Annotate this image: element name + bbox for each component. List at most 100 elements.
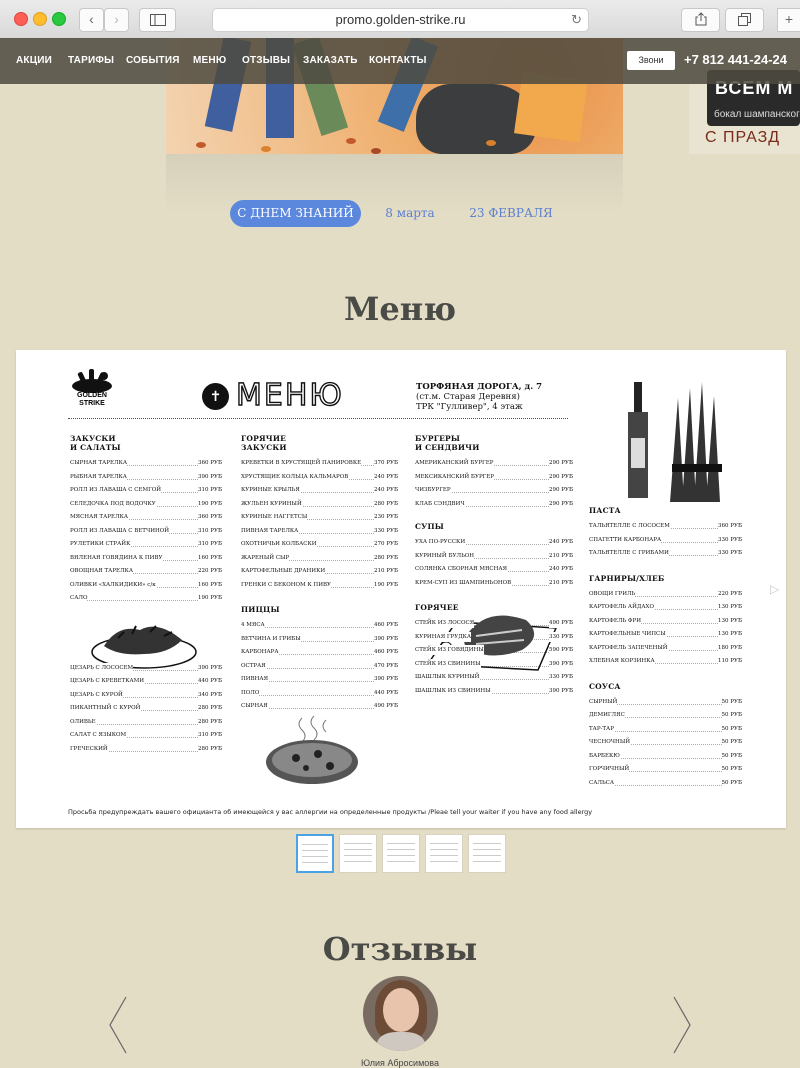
menu-item-name: ДЕМИГЛЯС [589,710,625,720]
menu-item-name: ОСТРАЯ [241,660,266,671]
menu-item-price: 160 РУБ [198,552,222,563]
bottle-asparagus-illustration [628,382,722,502]
tab-23-fevralya[interactable]: 23 ФЕВРАЛЯ [468,200,554,227]
menu-item-name: ПОЛО [241,687,260,698]
new-tab-button[interactable]: + [777,8,800,32]
menu-item: ГРЕНКИ С БЕКОНОМ К ПИВУ 190 РУБ [241,579,398,594]
menu-thumbnail-1[interactable] [296,834,334,873]
menu-item-price: 240 РУБ [549,537,573,547]
menu-item-price: 270 РУБ [374,539,398,549]
header-divider [68,418,568,419]
menu-item-name: ЖУЛЬЕН КУРИНЫЙ [241,498,302,509]
menu-section-title: ГОРЯЧИЕ ЗАКУСКИ [241,434,287,452]
menu-item-price: 370 РУБ [374,458,398,468]
menu-item: ГРЕЧЕСКИЙ 280 РУБ [70,743,222,758]
menu-item-price: 360 РУБ [718,521,742,531]
menu-item-price: 340 РУБ [198,689,222,700]
menu-section-title: Меню [343,290,456,328]
menu-item-name: БАРБЕКЮ [589,750,620,761]
menu-item-name: КАРТОФЕЛЬНЫЕ ДРАНИКИ [241,566,326,576]
site-navigation: АКЦИИ ТАРИФЫ СОБЫТИЯ МЕНЮ ОТЗЫВЫ ЗАКАЗАТ… [0,38,800,84]
minimize-window-button[interactable] [33,12,47,26]
menu-item-name: ОЛИВЬЕ [70,716,96,727]
menu-item-name: КУРИНЫЙ БУЛЬОН [415,550,475,561]
menu-item-name: ТАР-ТАР [589,723,614,734]
menu-item: КУРИНЫЙ БУЛЬОН 210 РУБ [415,550,573,565]
menu-item-name: ПИКАНТНЫЙ С КУРОЙ [70,703,141,713]
menu-section: ПАСТА ТАЛЬЯТЕЛЛЕ С ЛОСОСЕМ 360 РУБ СПАГЕТТИ… [589,506,742,562]
menu-next-arrow[interactable]: ▷ [770,582,779,596]
menu-item: ОСТРАЯ 470 РУБ [241,660,398,675]
menu-item-price: 50 РУБ [721,737,742,747]
plus-icon: + [784,11,794,27]
phone-number[interactable]: +7 812 441-24-24 [684,52,787,67]
forward-button[interactable]: › [104,8,129,32]
menu-item-name: КУРИНЫЕ КРЫЛЬЯ [241,485,300,495]
menu-thumbnail-4[interactable] [425,834,463,873]
menu-thumbnail-3[interactable] [382,834,420,873]
reviews-section-title: Отзывы [322,930,478,968]
share-button[interactable] [681,8,720,32]
menu-item-price: 130 РУБ [718,629,742,639]
menu-item-name: СЫРНЫЙ [589,696,618,707]
reviews-prev-arrow[interactable] [108,995,128,1055]
menu-item-price: 330 РУБ [549,631,573,642]
menu-item: ТАР-ТАР 50 РУБ [589,723,742,738]
menu-item-price: 470 РУБ [374,660,398,671]
menu-item-name: РОЛЛ ИЗ ЛАВАША С СЕМГОЙ [70,485,162,495]
menu-thumbnail-2[interactable] [339,834,377,873]
back-button[interactable]: ‹ [79,8,104,32]
zoom-window-button[interactable] [52,12,66,26]
menu-item: КРЕМ-СУП ИЗ ШАМПИНЬОНОВ 210 РУБ [415,577,573,592]
menu-item-name: ХРУСТЯЩИЕ КОЛЬЦА КАЛЬМАРОВ [241,471,349,482]
promo-bottom-text: С ПРАЗД [705,129,781,146]
menu-item: ЦЕЗАРЬ С КУРОЙ 340 РУБ [70,689,222,704]
nav-item-akcii[interactable]: АКЦИИ [16,55,52,66]
menu-section: ПИЦЦЫ 4 МЯСА 460 РУБ ВЕТЧИНА И ГРИБЫ 390 РУБ… [241,605,398,715]
address-bar[interactable]: promo.golden-strike.ru ↻ [212,8,589,32]
menu-section: СУПЫ УХА ПО-РУССКИ 240 РУБ КУРИНЫЙ БУЛЬОН 21… [415,522,573,591]
menu-item-name: СПАГЕТТИ КАРБОНАРА [589,534,662,545]
reviews-next-arrow[interactable] [672,995,692,1055]
close-window-button[interactable] [14,12,28,26]
menu-item-price: 190 РУБ [198,498,222,509]
tab-den-znaniy[interactable]: С ДНЕМ ЗНАНИЙ [230,200,361,227]
menu-item-name: КУРИНЫЕ НАГГЕТСЫ [241,512,308,522]
menu-section: СОУСА СЫРНЫЙ 50 РУБ ДЕМИГЛЯС 50 РУБ ТАР-ТАР 50… [589,682,742,792]
menu-item-price: 280 РУБ [198,703,222,713]
nav-item-sobytiya[interactable]: СОБЫТИЯ [126,55,180,66]
menu-item-price: 290 РУБ [549,498,573,509]
menu-thumbnail-5[interactable] [468,834,506,873]
menu-item: КАРТОФЕЛЬ ЗАПЕЧЕНЫЙ 180 РУБ [589,642,742,657]
menu-item-name: КАРТОФЕЛЬ АЙДАХО [589,602,654,612]
nav-item-tarify[interactable]: ТАРИФЫ [68,55,114,66]
menu-item: ЦЕЗАРЬ С КРЕВЕТКАМИ 440 РУБ [70,676,222,690]
menu-item-price: 50 РУБ [721,764,742,774]
menu-column-4: ПАСТА ТАЛЬЯТЕЛЛЕ С ЛОСОСЕМ 360 РУБ СПАГЕТТИ… [589,506,742,791]
reviewer-avatar [363,976,438,1051]
menu-item-name: ХЛЕБНАЯ КОРЗИНКА [589,656,655,666]
menu-item-price: 130 РУБ [718,615,742,626]
tab-8-marta[interactable]: 8 марта [380,200,440,227]
menu-item-price: 190 РУБ [198,593,222,603]
tabs-overview-button[interactable] [725,8,764,32]
menu-item-name: СТЕЙК ИЗ ЛОСОСЯ [415,618,475,628]
menu-item-price: 180 РУБ [718,642,742,653]
nav-item-kontakty[interactable]: КОНТАКТЫ [369,55,427,66]
nav-item-menu[interactable]: МЕНЮ [193,55,226,66]
menu-item-price: 310 РУБ [198,730,222,740]
menu-item: РЫБНАЯ ТАРЕЛКА 390 РУБ [70,471,222,486]
nav-item-otzyvy[interactable]: ОТЗЫВЫ [242,55,290,66]
menu-card-image: GOLDEN STRIKE ✝ МЕНЮ ТОРФЯНАЯ ДОРОГА, д.… [16,350,786,828]
menu-item-name: КАРБОНАРА [241,647,279,657]
menu-item-name: КАРТОФЕЛЬ ЗАПЕЧЕНЫЙ [589,642,668,653]
call-button[interactable]: Звони [627,51,675,70]
sidebar-button[interactable] [139,8,176,32]
menu-item: 4 МЯСА 460 РУБ [241,620,398,634]
menu-item-name: ЖАРЕНЫЙ СЫР [241,552,290,563]
menu-item-price: 310 РУБ [198,539,222,549]
reload-icon[interactable]: ↻ [571,9,582,31]
nav-item-zakazat[interactable]: ЗАКАЗАТЬ [303,55,358,66]
menu-item: ПИВНАЯ ТАРЕЛКА 330 РУБ [241,525,398,540]
menu-item-name: ЧЕСНОЧНЫЙ [589,737,631,747]
